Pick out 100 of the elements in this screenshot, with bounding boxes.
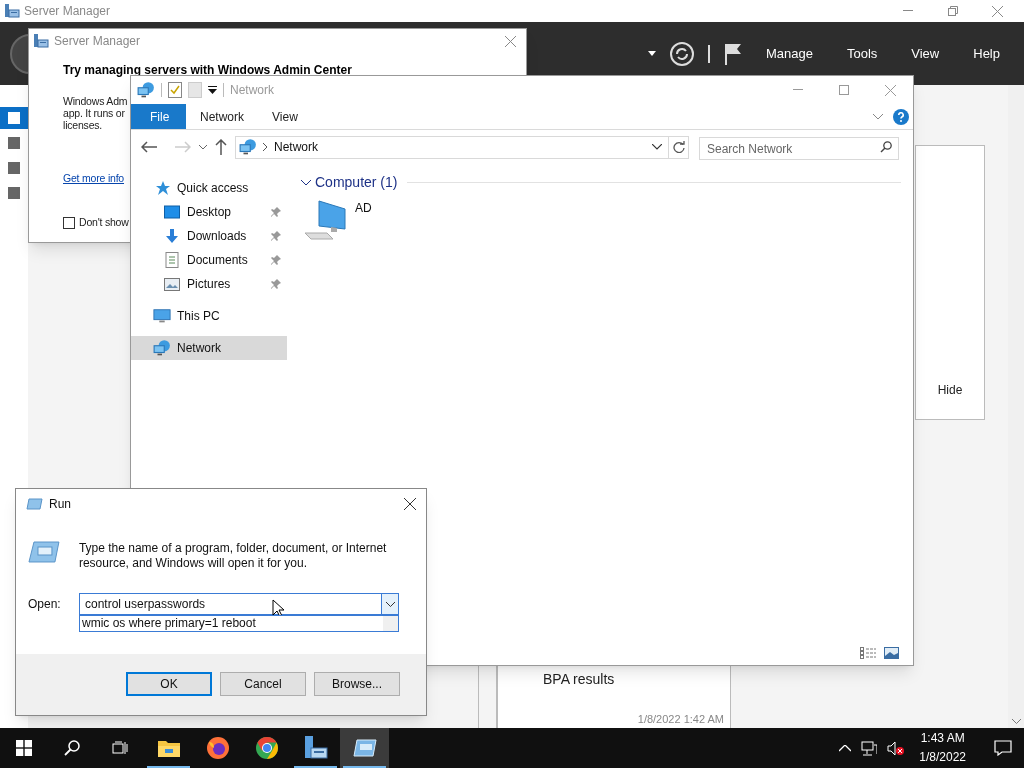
back-arrow-icon[interactable] (141, 141, 157, 153)
caret-icon[interactable] (647, 51, 656, 56)
address-bar[interactable]: Network (235, 135, 689, 159)
timestamp: 1/8/2022 1:42 AM (637, 711, 725, 727)
dialog-button[interactable]: OK (126, 671, 212, 696)
clock[interactable]: 1:43 AM 1/8/2022 (915, 729, 970, 767)
tile-icon (7, 186, 21, 200)
suggestion-item[interactable]: wmic os where primary=1 reboot (80, 616, 383, 631)
search-icon[interactable] (880, 140, 892, 153)
windows-logo-icon (16, 740, 32, 756)
dialog-title: Server Manager (54, 33, 141, 50)
flag-icon[interactable] (723, 42, 742, 65)
picture-icon (164, 277, 180, 291)
search-icon (64, 740, 80, 756)
run-icon (28, 541, 60, 563)
nav-item[interactable]: Network (131, 336, 287, 360)
nav-label: This PC (177, 308, 220, 325)
task-view-icon (112, 741, 128, 755)
server-manager-icon[interactable] (302, 735, 329, 761)
computer-item[interactable]: AD (301, 199, 372, 241)
dialog-title: Run (49, 496, 71, 513)
checkbox[interactable] (63, 216, 75, 229)
window-title: Network (230, 82, 274, 99)
nav-label: Documents (187, 252, 248, 269)
nav-item[interactable]: Documents (131, 248, 287, 272)
close-button[interactable] (403, 497, 417, 511)
body-text: licenses. (63, 119, 103, 131)
group-header[interactable]: Computer (1) (315, 172, 398, 193)
open-label: Open: (28, 596, 62, 613)
customize-icon[interactable] (208, 86, 217, 94)
menu-item[interactable]: View (901, 43, 950, 64)
dialog-heading: Try managing servers with Windows Admin Center (63, 62, 352, 79)
notifications-icon[interactable] (994, 740, 1012, 756)
computer-icon (303, 199, 349, 241)
refresh-icon[interactable] (672, 141, 685, 153)
nav-item[interactable]: Desktop (131, 200, 287, 224)
nav-item[interactable]: Quick access (131, 176, 287, 200)
recent-dropdown-icon[interactable] (199, 144, 207, 150)
item-label: AD (355, 200, 372, 217)
nav-item[interactable]: Pictures (131, 272, 287, 296)
ribbon-tab[interactable]: File (131, 104, 186, 129)
ribbon-tab[interactable]: Network (186, 104, 258, 129)
chevron-icon[interactable] (873, 113, 883, 120)
command-field[interactable]: control userpasswords (79, 593, 382, 615)
menu-item[interactable]: Help (963, 43, 1010, 64)
instruction-text: Type the name of a program, folder, document, or Internet resource, and Windows will open it for you. (78, 541, 388, 571)
large-icons-view-icon[interactable] (884, 647, 899, 659)
taskbar-app[interactable] (340, 728, 389, 768)
body-text: app. It runs or (63, 107, 125, 119)
run-icon (26, 498, 43, 510)
up-arrow-icon[interactable] (215, 139, 227, 155)
menu-item[interactable]: Tools (836, 43, 888, 64)
checkbox-label: Don't show (79, 214, 129, 230)
time-text: 1:43 AM (920, 730, 965, 747)
document-icon (165, 252, 179, 268)
network-status-icon[interactable] (861, 740, 878, 756)
network-icon (239, 138, 257, 156)
tile-icon (7, 111, 21, 125)
dropdown-button[interactable] (382, 593, 399, 615)
nav-label: Quick access (177, 180, 249, 197)
chrome-icon[interactable] (254, 736, 279, 760)
close-icon (504, 35, 516, 47)
nav-label: Desktop (187, 204, 232, 221)
sidebar-item[interactable] (0, 107, 28, 129)
minimize-icon (902, 10, 913, 12)
info-link[interactable]: Get more info (63, 171, 124, 187)
minimize-icon (793, 89, 803, 91)
muted-speaker-icon[interactable] (887, 740, 906, 756)
monitor-icon (153, 307, 171, 325)
tile-title: BPA results (543, 670, 616, 689)
nav-item[interactable]: Downloads (131, 224, 287, 248)
server-manager-icon (4, 3, 20, 19)
nav-item[interactable]: This PC (131, 304, 287, 328)
hide-button[interactable]: Hide (937, 381, 963, 399)
dialog-button[interactable]: Browse... (314, 671, 400, 696)
details-view-icon[interactable] (860, 647, 876, 659)
menu-item[interactable]: Manage (755, 43, 823, 64)
collapse-icon[interactable] (301, 179, 311, 186)
help-icon[interactable] (893, 108, 909, 125)
chevron-down-icon (385, 601, 395, 607)
properties-icon[interactable] (168, 82, 182, 98)
window-title: Server Manager (24, 3, 111, 20)
chevron-down-icon[interactable] (1011, 719, 1021, 724)
nav-label: Downloads (187, 228, 247, 245)
star-icon (154, 180, 170, 196)
network-icon (153, 339, 171, 357)
dialog-button[interactable]: Cancel (220, 671, 306, 696)
search-field[interactable]: Search Network (699, 137, 899, 160)
nav-label: Network (177, 340, 221, 357)
chevron-up-icon[interactable] (839, 744, 852, 752)
dropdown-icon[interactable] (652, 144, 662, 150)
ribbon-tab[interactable]: View (258, 104, 312, 129)
desktop-icon (164, 205, 180, 219)
firefox-icon[interactable] (205, 736, 230, 760)
close-icon (404, 498, 416, 510)
close-icon (884, 84, 896, 96)
nav-label: Pictures (187, 276, 231, 293)
run-icon[interactable] (352, 738, 377, 758)
address-text: Network (274, 139, 318, 156)
folder-icon[interactable] (156, 738, 181, 758)
